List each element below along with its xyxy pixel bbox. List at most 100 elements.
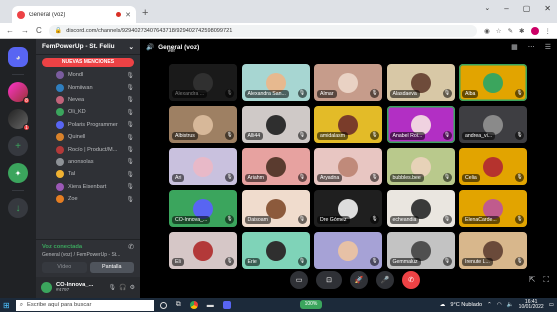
grid-layout-icon[interactable]: ▦ [511, 43, 518, 51]
weather-text[interactable]: 9°C Nublado [450, 302, 482, 308]
participant-tile[interactable]: CO-Innova_... 🎙 [169, 190, 237, 227]
member-name: Quinell [68, 134, 86, 141]
screen-share-indicator[interactable]: 100% [300, 300, 322, 309]
task-view-icon[interactable]: ⧉ [176, 301, 181, 309]
tray-overflow-icon[interactable]: ⌃ [487, 302, 492, 308]
participant-tile[interactable]: Irenute L... 🎙 [459, 232, 527, 269]
close-tab-icon[interactable]: ✕ [125, 11, 131, 19]
new-tab-button[interactable]: + [142, 7, 148, 19]
extension-icon[interactable]: ✎ [508, 27, 513, 35]
extensions-puzzle-icon[interactable]: ✱ [519, 27, 524, 35]
download-apps-button[interactable]: ↓ [8, 198, 28, 218]
participant-tile[interactable]: Erie 🎙 [241, 232, 310, 269]
video-button[interactable]: Vídeo [42, 262, 87, 273]
fullscreen-icon[interactable]: ⛶ [543, 275, 549, 285]
tab-search-icon[interactable]: ⌄ [484, 4, 490, 13]
hang-up-button[interactable]: ✆ [402, 271, 420, 289]
address-bar[interactable]: 🔒 discord.com/channels/929402734076437​1… [48, 24, 478, 37]
forward-button[interactable]: → [21, 26, 29, 35]
participant-tile[interactable]: amidalasm 🎙 [314, 106, 382, 143]
call-controls: ▭ ⊡ 🚀 🎤 ✆ [290, 271, 420, 289]
voice-member-item[interactable]: Quinell 🎙 [36, 131, 140, 143]
participant-tile[interactable]: 🎙 [314, 232, 382, 269]
maximize-icon[interactable]: ▢ [523, 4, 531, 13]
participant-tile[interactable]: Dre Gómez 🎙 [314, 190, 382, 227]
participant-tile[interactable]: bubbles.bee 🎙 [386, 148, 455, 185]
minimize-icon[interactable]: – [504, 4, 508, 13]
guild-header[interactable]: FemPowerUp - St. Feliu ⌄ [36, 39, 140, 55]
voice-member-item[interactable]: Tal 🎙 [36, 168, 140, 180]
notifications-icon[interactable]: ▭ [549, 302, 554, 308]
participant-tile[interactable]: Gemmaluz 🎙 [386, 232, 455, 269]
chrome-app-icon[interactable] [189, 301, 198, 309]
voice-member-item[interactable]: anonsolas 🎙 [36, 156, 140, 168]
profile-avatar[interactable] [530, 26, 539, 35]
close-window-icon[interactable]: ✕ [544, 4, 551, 13]
screen-share-button[interactable]: Pantalla [89, 262, 134, 273]
back-button[interactable]: ← [6, 26, 14, 35]
participant-tile[interactable]: Anabel Roi... 🎙 [386, 106, 455, 143]
participant-tile[interactable]: andrea_vi... 🎙 [459, 106, 527, 143]
participant-tile[interactable]: Ariahm 🎙 [241, 148, 310, 185]
voice-status[interactable]: Voz conectada [42, 244, 82, 250]
view-stream-label[interactable]: Ver [167, 48, 175, 54]
browser-menu-icon[interactable]: ⋮ [545, 27, 552, 35]
taskbar-clock[interactable]: 16:41 10/01/2022 [519, 299, 544, 311]
more-options-icon[interactable]: ⋯ [528, 43, 535, 51]
participant-tile[interactable]: echeandia 🎙 [386, 190, 455, 227]
mute-mic-icon[interactable]: 🎙 [109, 284, 117, 291]
file-explorer-icon[interactable]: ▬ [207, 302, 214, 309]
wifi-icon[interactable]: ◠ [497, 302, 502, 308]
activity-launcher-button[interactable]: 🚀 [350, 271, 368, 289]
participant-tile[interactable]: Almar 🎙 [314, 64, 382, 101]
disconnect-icon[interactable]: ✆ [128, 243, 134, 251]
microphone-toggle-button[interactable]: 🎤 [376, 271, 394, 289]
voice-member-item[interactable]: Nevea 🎙 [36, 94, 140, 106]
cortana-icon[interactable] [159, 301, 167, 309]
user-avatar[interactable] [41, 282, 52, 293]
reload-button[interactable]: C [36, 26, 42, 35]
discord-app-icon[interactable] [222, 301, 231, 309]
participant-tile[interactable]: Alexandra ... 🎙 [169, 64, 237, 101]
participant-tile[interactable]: ElenaCarde... 🎙 [459, 190, 527, 227]
discord-home-icon[interactable]: ◕ [8, 47, 28, 67]
settings-gear-icon[interactable]: ⚙ [130, 284, 135, 291]
participant-tile[interactable]: Aryadna 🎙 [314, 148, 382, 185]
browser-tab[interactable]: General (voz) ✕ [12, 6, 136, 23]
voice-member-item[interactable]: Rocío | Product/M... 🎙 [36, 143, 140, 155]
member-avatar [56, 120, 64, 129]
voice-member-item[interactable]: Nomiiwan 🎙 [36, 81, 140, 93]
headphones-icon[interactable]: 🎧 [119, 284, 126, 291]
participant-tile[interactable]: Alasdaeva 🎙 [386, 64, 455, 101]
new-mentions-banner[interactable]: NUEVAS MENCIONES [42, 58, 134, 67]
participant-tile[interactable]: Alexandra San... 🎙 [241, 64, 310, 101]
explore-servers-button[interactable]: ✦ [8, 163, 28, 183]
popout-icon[interactable]: ⇱ [529, 275, 536, 285]
participant-avatar [338, 156, 358, 177]
voice-member-item[interactable]: Oli_KD 🎙 [36, 106, 140, 118]
muted-mic-icon: 🎙 [515, 89, 524, 98]
member-list-toggle-icon[interactable]: ☰ [545, 43, 551, 51]
voice-member-item[interactable]: Zoe 🎙 [36, 193, 140, 205]
bookmark-star-icon[interactable]: ☆ [496, 27, 502, 35]
volume-icon[interactable]: 🔈 [507, 302, 514, 308]
taskbar-search[interactable]: ⌕ Escribe aquí para buscar [15, 299, 154, 311]
camera-permission-icon[interactable]: ◉ [484, 27, 490, 35]
participant-tile[interactable]: Alli44 🎙 [241, 106, 310, 143]
voice-member-item[interactable]: Xiera Eisenbart 🎙 [36, 181, 140, 193]
participant-tile[interactable]: Alba 🎙 [459, 64, 527, 101]
windows-taskbar: ⊞ ⌕ Escribe aquí para buscar ⧉ ▬ ☁ 9°C N… [0, 298, 557, 312]
participant-tile[interactable]: Albistrus 🎙 [169, 106, 237, 143]
server-icon-1[interactable]: 8 [8, 82, 30, 104]
participant-tile[interactable]: Celia 🎙 [459, 148, 527, 185]
camera-toggle-button[interactable]: ▭ [290, 271, 308, 289]
participant-tile[interactable]: Ari 🎙 [169, 148, 237, 185]
voice-member-item[interactable]: Polaris Programmer 🎙 [36, 119, 140, 131]
voice-member-item[interactable]: Mondl 🎙 [36, 69, 140, 81]
windows-start-icon[interactable]: ⊞ [3, 301, 10, 310]
participant-tile[interactable]: Eli 🎙 [169, 232, 237, 269]
screen-share-toggle-button[interactable]: ⊡ [316, 271, 342, 289]
participant-tile[interactable]: Daisoam 🎙 [241, 190, 310, 227]
add-server-button[interactable]: + [8, 136, 28, 156]
server-icon-2[interactable]: 1 [8, 109, 30, 131]
